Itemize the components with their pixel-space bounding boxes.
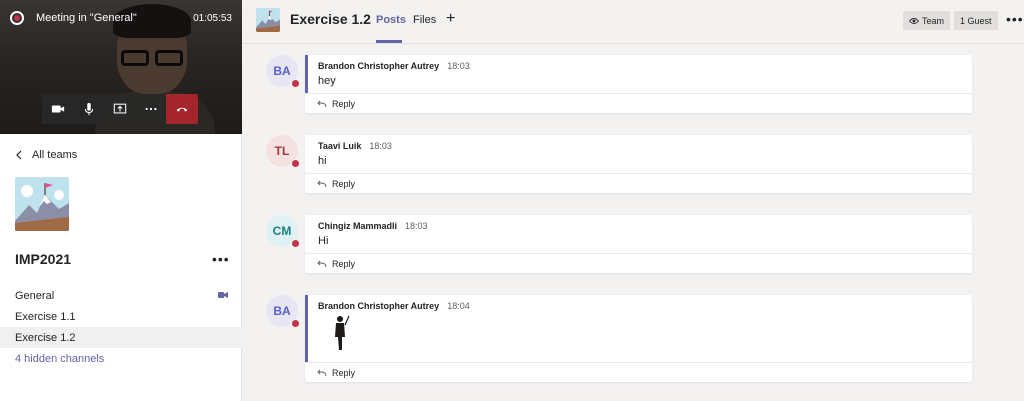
mic-button[interactable] <box>73 94 104 124</box>
meeting-active-icon <box>218 292 228 298</box>
team-more-options[interactable]: ••• <box>212 251 230 267</box>
message-author[interactable]: Brandon Christopher Autrey <box>318 61 439 71</box>
hidden-channels-label: 4 hidden channels <box>15 352 105 365</box>
meeting-title: Meeting in "General" <box>36 12 137 24</box>
message-text: Hi <box>318 235 329 247</box>
hidden-channels-link[interactable]: 4 hidden channels <box>0 348 242 369</box>
reply-button[interactable]: Reply <box>305 362 972 382</box>
reply-button[interactable]: Reply <box>305 253 972 273</box>
microphone-icon <box>84 102 93 116</box>
active-tab-indicator <box>376 40 402 43</box>
hang-up-button[interactable] <box>166 94 198 124</box>
avatar-initials: CM <box>272 224 292 238</box>
chevron-left-icon <box>16 150 22 160</box>
message-time: 18:03 <box>447 61 470 71</box>
channel-label: Exercise 1.2 <box>15 331 76 344</box>
team-button[interactable]: Team <box>903 11 951 30</box>
call-video-tile[interactable]: Meeting in "General" 01:05:53 <box>0 0 242 134</box>
status-busy-icon <box>291 159 300 168</box>
channel-exercise-1-1[interactable]: Exercise 1.1 <box>0 306 242 327</box>
avatar[interactable]: CM <box>266 215 300 248</box>
recording-icon <box>10 11 24 25</box>
reply-label: Reply <box>332 258 356 269</box>
message-time: 18:03 <box>405 221 428 231</box>
hang-up-icon <box>176 107 188 112</box>
tab-posts[interactable]: Posts <box>376 14 406 26</box>
message-card: Brandon Christopher Autrey 18:03 hey Rep… <box>305 55 972 113</box>
call-controls <box>42 94 198 124</box>
avatar[interactable]: TL <box>266 135 300 168</box>
share-screen-button[interactable] <box>104 94 135 124</box>
message-author[interactable]: Brandon Christopher Autrey <box>318 301 439 311</box>
status-busy-icon <box>291 79 300 88</box>
message-time: 18:03 <box>369 141 392 151</box>
reply-icon <box>317 180 327 187</box>
reply-label: Reply <box>332 98 356 109</box>
message-author[interactable]: Chingiz Mammadli <box>318 221 397 231</box>
add-tab-button[interactable]: + <box>446 10 455 28</box>
avatar[interactable]: BA <box>266 295 300 328</box>
avatar-initials: BA <box>273 304 291 318</box>
guest-button-label: 1 Guest <box>960 15 992 26</box>
meeting-timer: 01:05:53 <box>193 12 232 24</box>
share-screen-icon <box>113 103 126 114</box>
message-time: 18:04 <box>447 301 470 311</box>
message-text: hey <box>318 75 336 87</box>
more-icon <box>144 107 157 111</box>
avatar[interactable]: BA <box>266 55 300 88</box>
more-actions-button[interactable] <box>135 94 166 124</box>
message-card: Brandon Christopher Autrey 18:04 Reply <box>305 295 972 382</box>
sticker-image[interactable] <box>330 315 350 351</box>
channel-title: Exercise 1.2 <box>290 11 371 27</box>
camera-icon <box>51 105 64 113</box>
reply-icon <box>317 260 327 267</box>
reply-icon <box>317 369 327 376</box>
all-teams-link[interactable]: All teams <box>14 149 77 161</box>
channel-label: Exercise 1.1 <box>15 310 76 323</box>
reply-button[interactable]: Reply <box>305 173 972 193</box>
avatar-initials: TL <box>274 144 290 158</box>
reply-label: Reply <box>332 367 356 378</box>
channel-list: General Exercise 1.1 Exercise 1.2 4 hidd… <box>0 285 242 369</box>
camera-button[interactable] <box>42 94 73 124</box>
status-busy-icon <box>291 319 300 328</box>
header-more-options[interactable]: ••• <box>1006 11 1024 27</box>
all-teams-label: All teams <box>32 149 78 161</box>
channel-header: Exercise 1.2 Posts Files + Team 1 Guest … <box>242 0 1024 44</box>
guest-button[interactable]: 1 Guest <box>954 11 998 30</box>
team-name: IMP2021 <box>15 251 72 267</box>
eye-icon <box>909 17 919 24</box>
channel-general[interactable]: General <box>0 285 242 306</box>
team-button-label: Team <box>922 15 945 26</box>
reply-button[interactable]: Reply <box>305 93 972 113</box>
channel-exercise-1-2[interactable]: Exercise 1.2 <box>0 327 242 348</box>
message-card: Taavi Luik 18:03 hi Reply <box>305 135 972 193</box>
message-card: Chingiz Mammadli 18:03 Hi Reply <box>305 215 972 273</box>
avatar-initials: BA <box>273 64 291 78</box>
message-author[interactable]: Taavi Luik <box>318 141 361 151</box>
reply-icon <box>317 100 327 107</box>
left-panel: Meeting in "General" 01:05:53 All teams <box>0 0 242 401</box>
team-logo <box>15 177 69 231</box>
channel-label: General <box>15 289 55 302</box>
channel-team-logo <box>256 8 280 32</box>
status-busy-icon <box>291 239 300 248</box>
reply-label: Reply <box>332 178 356 189</box>
message-text: hi <box>318 155 327 167</box>
tab-files[interactable]: Files <box>413 14 436 26</box>
